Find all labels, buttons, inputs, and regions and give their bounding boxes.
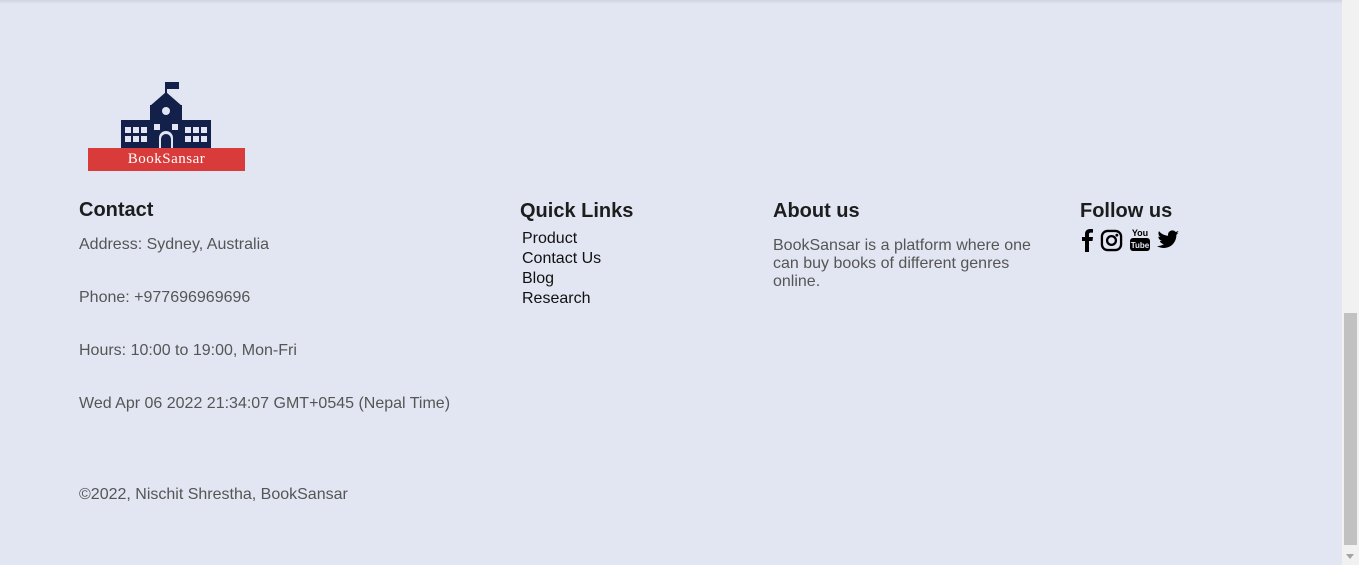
contact-address: Address: Sydney, Australia <box>79 236 270 253</box>
scrollbar-thumb[interactable] <box>1344 313 1357 545</box>
quick-link-product[interactable]: Product <box>522 229 633 249</box>
quick-link-research[interactable]: Research <box>522 289 633 309</box>
follow-heading: Follow us <box>1080 200 1173 222</box>
contact-section: Contact Address: Sydney, Australia Phone… <box>79 199 450 412</box>
youtube-icon[interactable]: You Tube <box>1129 227 1151 253</box>
about-text: BookSansar is a platform where one can b… <box>773 237 1031 290</box>
contact-phone: Phone: +977696969696 <box>79 289 251 306</box>
quick-links-heading: Quick Links <box>520 200 634 222</box>
current-datetime: Wed Apr 06 2022 21:34:07 GMT+0545 (Nepal… <box>79 395 451 412</box>
social-icons: You Tube <box>1080 227 1180 253</box>
copyright-text: ©2022, Nischit Shrestha, BookSansar <box>79 486 348 503</box>
contact-hours: Hours: 10:00 to 19:00, Mon-Fri <box>79 342 297 359</box>
header-shadow <box>0 0 1342 4</box>
school-building-icon <box>121 82 211 148</box>
scroll-down-arrow-icon[interactable] <box>1346 554 1354 559</box>
about-heading: About us <box>773 200 860 222</box>
instagram-icon[interactable] <box>1100 229 1123 252</box>
twitter-icon[interactable] <box>1157 230 1180 250</box>
svg-text:Tube: Tube <box>1131 241 1150 250</box>
quick-link-blog[interactable]: Blog <box>522 269 633 289</box>
booksansar-logo[interactable]: BookSansar <box>88 80 245 171</box>
logo-wordmark: BookSansar <box>88 148 245 171</box>
vertical-scrollbar[interactable] <box>1342 0 1359 565</box>
quick-links-section: Quick Links Product Contact Us Blog Rese… <box>520 200 633 309</box>
contact-heading: Contact <box>79 199 154 221</box>
facebook-icon[interactable] <box>1080 228 1094 252</box>
quick-link-contact-us[interactable]: Contact Us <box>522 249 633 269</box>
about-section: About us BookSansar is a platform where … <box>773 200 1033 291</box>
follow-section: Follow us You Tube <box>1080 200 1180 253</box>
svg-text:You: You <box>1132 228 1148 238</box>
